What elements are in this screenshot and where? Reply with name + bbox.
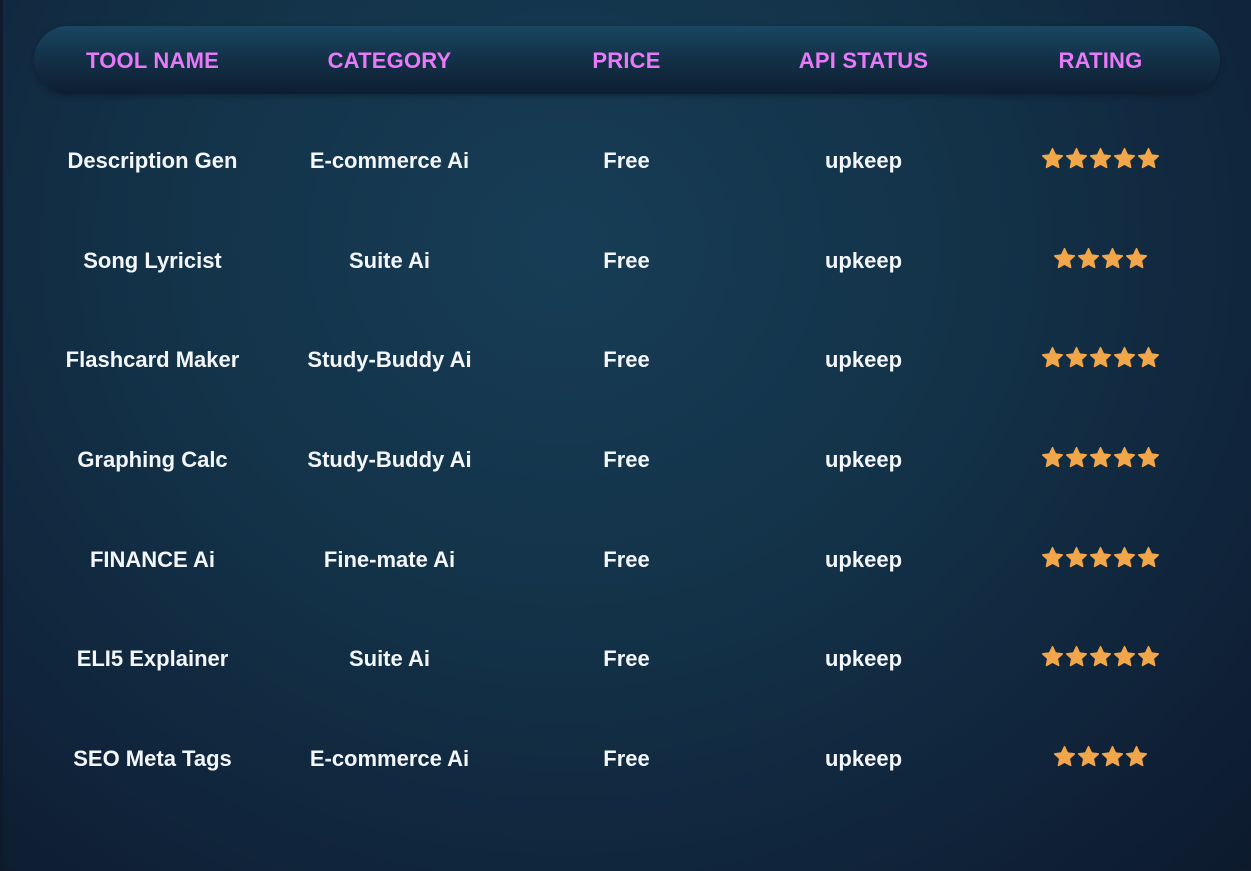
star-icon <box>1101 745 1124 767</box>
price-cell: Free <box>603 248 650 273</box>
star-icon <box>1041 645 1064 667</box>
star-icon <box>1113 346 1136 368</box>
table-row[interactable]: Song Lyricist Suite Ai Free upkeep <box>34 231 1220 291</box>
tool-name-cell: Song Lyricist <box>83 248 222 273</box>
api-status-cell: upkeep <box>824 347 903 372</box>
star-icon <box>1125 247 1148 269</box>
star-icon <box>1137 346 1160 368</box>
tool-name-cell: Description Gen <box>67 148 238 173</box>
star-icon <box>1137 645 1160 667</box>
tool-name-cell: ELI5 Explainer <box>76 646 229 671</box>
star-icon <box>1137 446 1160 468</box>
column-header-api-status[interactable]: API STATUS <box>745 26 982 94</box>
price-cell: Free <box>603 646 650 671</box>
tool-name-cell: SEO Meta Tags <box>73 746 232 771</box>
tool-name-cell: Flashcard Maker <box>65 347 240 372</box>
rating-stars <box>982 546 1219 574</box>
star-icon <box>1065 346 1088 368</box>
star-icon <box>1125 745 1148 767</box>
category-cell: Study-Buddy Ai <box>307 347 472 372</box>
price-cell: Free <box>603 148 650 173</box>
category-cell: Fine-mate Ai <box>323 547 456 572</box>
star-icon <box>1113 645 1136 667</box>
star-icon <box>1113 546 1136 568</box>
star-icon <box>1101 247 1124 269</box>
api-status-cell: upkeep <box>824 248 903 273</box>
rating-stars <box>982 247 1219 275</box>
category-cell: E-commerce Ai <box>309 148 470 173</box>
tool-name-cell: FINANCE Ai <box>89 547 216 572</box>
star-icon <box>1089 645 1112 667</box>
star-icon <box>1089 147 1112 169</box>
star-icon <box>1089 546 1112 568</box>
star-icon <box>1137 546 1160 568</box>
star-icon <box>1137 147 1160 169</box>
star-icon <box>1065 446 1088 468</box>
table-header: TOOL NAME CATEGORY PRICE API STATUS RATI… <box>34 26 1220 94</box>
star-icon <box>1065 645 1088 667</box>
api-status-cell: upkeep <box>824 746 903 771</box>
star-icon <box>1041 546 1064 568</box>
star-icon <box>1041 147 1064 169</box>
rating-stars <box>982 745 1219 773</box>
category-cell: Suite Ai <box>348 248 431 273</box>
table-row[interactable]: Flashcard Maker Study-Buddy Ai Free upkeep <box>34 330 1220 390</box>
price-cell: Free <box>603 347 650 372</box>
rating-stars <box>982 645 1219 673</box>
category-cell: E-commerce Ai <box>309 746 470 771</box>
table-row[interactable]: FINANCE Ai Fine-mate Ai Free upkeep <box>34 530 1220 590</box>
rating-stars <box>982 346 1219 374</box>
api-status-cell: upkeep <box>824 646 903 671</box>
table-row[interactable]: Description Gen E-commerce Ai Free upkeep <box>34 131 1220 191</box>
table-row[interactable]: Graphing Calc Study-Buddy Ai Free upkeep <box>34 430 1220 490</box>
star-icon <box>1077 247 1100 269</box>
rating-stars <box>982 446 1219 474</box>
star-icon <box>1077 745 1100 767</box>
star-icon <box>1089 346 1112 368</box>
price-cell: Free <box>603 746 650 771</box>
api-status-cell: upkeep <box>824 447 903 472</box>
table-row[interactable]: SEO Meta Tags E-commerce Ai Free upkeep <box>34 729 1220 789</box>
star-icon <box>1053 745 1076 767</box>
star-icon <box>1053 247 1076 269</box>
rating-stars <box>982 147 1219 175</box>
star-icon <box>1041 446 1064 468</box>
star-icon <box>1041 346 1064 368</box>
tool-name-cell: Graphing Calc <box>77 447 228 472</box>
column-header-price[interactable]: PRICE <box>508 26 745 94</box>
column-header-rating[interactable]: RATING <box>982 26 1219 94</box>
star-icon <box>1065 546 1088 568</box>
api-status-cell: upkeep <box>824 148 903 173</box>
star-icon <box>1065 147 1088 169</box>
price-cell: Free <box>603 447 650 472</box>
column-header-tool-name[interactable]: TOOL NAME <box>34 26 271 94</box>
category-cell: Suite Ai <box>348 646 431 671</box>
star-icon <box>1089 446 1112 468</box>
price-cell: Free <box>603 547 650 572</box>
table-row[interactable]: ELI5 Explainer Suite Ai Free upkeep <box>34 629 1220 689</box>
column-header-category[interactable]: CATEGORY <box>271 26 508 94</box>
star-icon <box>1113 446 1136 468</box>
category-cell: Study-Buddy Ai <box>307 447 472 472</box>
api-status-cell: upkeep <box>824 547 903 572</box>
tools-table-panel: TOOL NAME CATEGORY PRICE API STATUS RATI… <box>3 0 1251 871</box>
star-icon <box>1113 147 1136 169</box>
